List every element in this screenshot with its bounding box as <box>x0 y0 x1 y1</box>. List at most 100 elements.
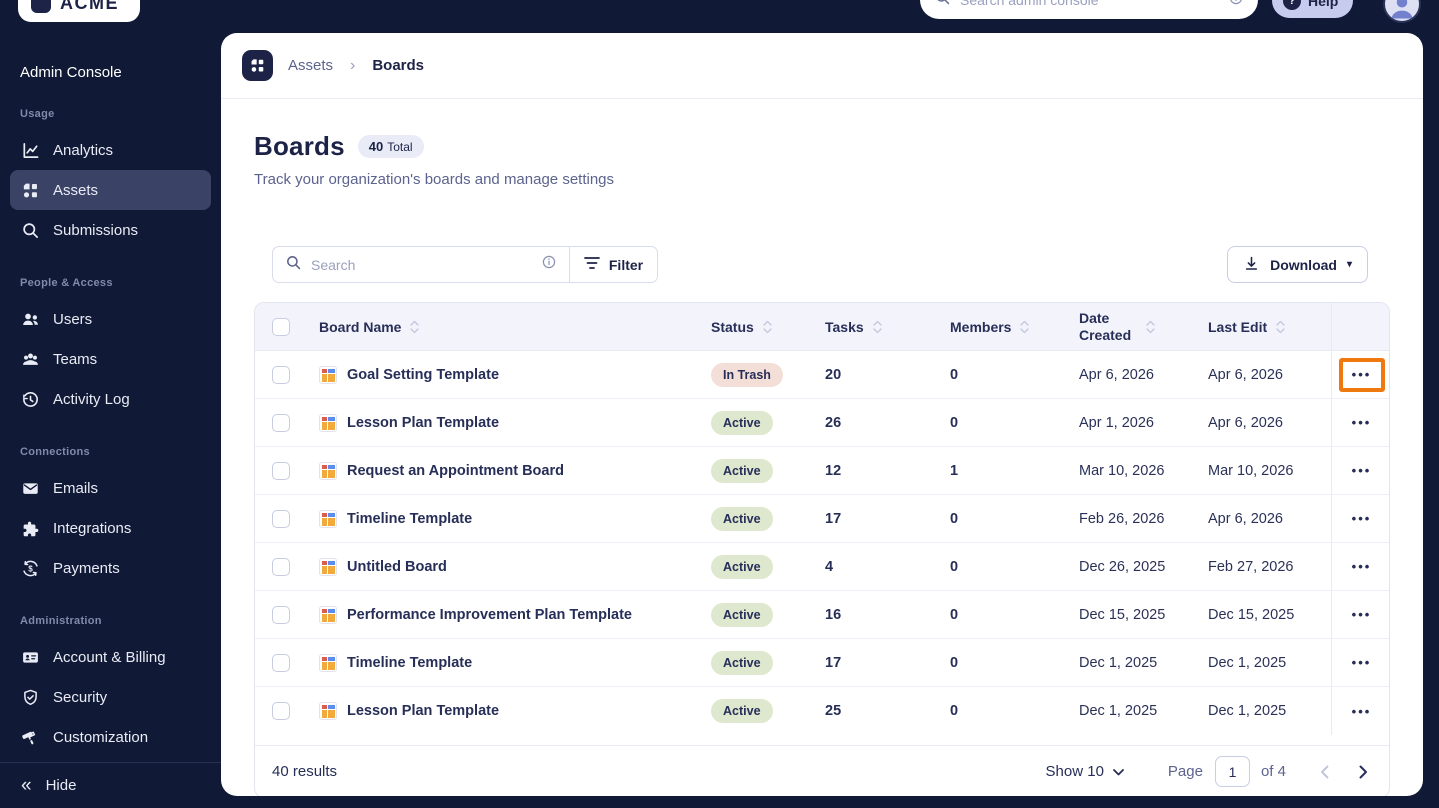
row-actions-button[interactable]: ••• <box>1338 694 1385 728</box>
avatar[interactable] <box>1383 0 1421 23</box>
sidebar-item-users[interactable]: Users <box>10 299 211 339</box>
id-card-icon <box>20 647 40 667</box>
sidebar-item-label: Emails <box>53 479 99 497</box>
date-created-value: Mar 10, 2026 <box>1079 462 1165 479</box>
admin-console-title: Admin Console <box>20 64 122 81</box>
sidebar-item-customization[interactable]: Customization <box>10 717 211 757</box>
previous-page-button[interactable] <box>1316 761 1333 783</box>
table-row: Lesson Plan Template Active 25 0 Dec 1, … <box>255 687 1389 735</box>
sidebar-item-submissions[interactable]: Submissions <box>10 210 211 250</box>
nav-section-administration: Administration Account & Billing Securit… <box>0 615 221 757</box>
download-button[interactable]: Download ▾ <box>1227 246 1368 283</box>
sidebar-item-emails[interactable]: Emails <box>10 468 211 508</box>
sidebar-item-analytics[interactable]: Analytics <box>10 130 211 170</box>
members-value: 0 <box>950 654 959 671</box>
info-icon[interactable] <box>541 254 557 275</box>
row-checkbox[interactable] <box>272 557 290 576</box>
board-icon <box>319 461 337 480</box>
board-name-link[interactable]: Timeline Template <box>347 511 472 527</box>
help-button[interactable]: ? Help <box>1272 0 1353 18</box>
section-label-usage: Usage <box>20 108 55 120</box>
board-name-link[interactable]: Performance Improvement Plan Template <box>347 607 632 623</box>
sort-icon[interactable] <box>1275 319 1286 335</box>
row-actions-button[interactable]: ••• <box>1338 549 1385 584</box>
help-label: Help <box>1308 0 1339 9</box>
date-created-value: Apr 6, 2026 <box>1079 366 1154 383</box>
page-number-input[interactable] <box>1214 756 1250 787</box>
row-checkbox[interactable] <box>272 605 290 624</box>
global-search[interactable] <box>920 0 1258 19</box>
table-row: Lesson Plan Template Active 26 0 Apr 1, … <box>255 399 1389 447</box>
sidebar-item-integrations[interactable]: Integrations <box>10 508 211 548</box>
row-actions-button[interactable]: ••• <box>1338 501 1385 536</box>
sort-icon[interactable] <box>872 319 883 335</box>
global-search-input[interactable] <box>960 0 1219 8</box>
table-row: Timeline Template Active 17 0 Dec 1, 202… <box>255 639 1389 687</box>
nav-section-usage: Usage Analytics Assets Submissions <box>0 108 221 250</box>
board-name-link[interactable]: Lesson Plan Template <box>347 703 499 719</box>
sidebar-item-security[interactable]: Security <box>10 677 211 717</box>
row-actions-button[interactable]: ••• <box>1338 357 1385 392</box>
board-icon <box>319 365 337 384</box>
sidebar-item-assets[interactable]: Assets <box>10 170 211 210</box>
board-name-link[interactable]: Untitled Board <box>347 559 447 575</box>
breadcrumb-current: Boards <box>372 57 425 74</box>
board-name-link[interactable]: Request an Appointment Board <box>347 463 564 479</box>
column-header-actions <box>1331 303 1389 350</box>
ellipsis-icon: ••• <box>1351 655 1372 670</box>
breadcrumb-assets-link[interactable]: Assets <box>288 57 333 74</box>
last-edit-value: Apr 6, 2026 <box>1208 366 1283 383</box>
page-size-select[interactable]: Show 10 <box>1046 763 1124 780</box>
row-checkbox[interactable] <box>272 413 290 432</box>
select-all-checkbox[interactable] <box>272 317 290 336</box>
members-value: 0 <box>950 366 959 383</box>
table-row: Performance Improvement Plan Template Ac… <box>255 591 1389 639</box>
tasks-value: 17 <box>825 510 842 527</box>
row-actions-button[interactable]: ••• <box>1338 453 1385 488</box>
board-name-link[interactable]: Lesson Plan Template <box>347 415 499 431</box>
sidebar-item-account-billing[interactable]: Account & Billing <box>10 637 211 677</box>
search-icon <box>934 0 951 11</box>
collapse-chevrons-icon: « <box>21 775 32 796</box>
sort-icon[interactable] <box>762 319 773 335</box>
ellipsis-icon: ••• <box>1351 415 1372 430</box>
boards-table: Board Name Status Tasks Members Date Cre… <box>254 302 1390 796</box>
board-name-link[interactable]: Goal Setting Template <box>347 367 499 383</box>
next-page-button[interactable] <box>1355 761 1372 783</box>
history-clock-icon <box>20 389 40 409</box>
table-search[interactable] <box>273 247 569 282</box>
ellipsis-icon: ••• <box>1351 463 1372 478</box>
ellipsis-icon: ••• <box>1351 511 1372 526</box>
status-badge: In Trash <box>711 362 783 387</box>
row-actions-button[interactable]: ••• <box>1338 645 1385 680</box>
status-badge: Active <box>711 458 773 483</box>
date-created-value: Feb 26, 2026 <box>1079 510 1165 527</box>
sidebar-item-teams[interactable]: Teams <box>10 339 211 379</box>
row-checkbox[interactable] <box>272 509 290 528</box>
sidebar-item-payments[interactable]: $ Payments <box>10 548 211 588</box>
sidebar-item-activity-log[interactable]: Activity Log <box>10 379 211 419</box>
table-search-input[interactable] <box>311 256 532 273</box>
sidebar-item-label: Assets <box>53 181 99 199</box>
board-icon <box>319 557 337 576</box>
sort-icon[interactable] <box>1145 319 1156 335</box>
row-actions-button[interactable]: ••• <box>1338 405 1385 440</box>
board-icon <box>319 509 337 528</box>
row-checkbox[interactable] <box>272 702 290 720</box>
row-actions-button[interactable]: ••• <box>1338 597 1385 632</box>
hide-sidebar-button[interactable]: « Hide <box>0 762 221 808</box>
status-badge: Active <box>711 554 773 579</box>
sort-icon[interactable] <box>1019 319 1030 335</box>
sort-icon[interactable] <box>409 319 420 335</box>
row-checkbox[interactable] <box>272 653 290 672</box>
members-value: 0 <box>950 606 959 623</box>
filter-button[interactable]: Filter <box>569 247 657 282</box>
board-name-link[interactable]: Timeline Template <box>347 655 472 671</box>
page-label: Page <box>1167 763 1203 780</box>
row-checkbox[interactable] <box>272 365 290 384</box>
results-count: 40 results <box>272 763 338 780</box>
acme-logo-icon <box>31 0 51 13</box>
row-checkbox[interactable] <box>272 461 290 480</box>
column-header-tasks: Tasks <box>825 318 864 335</box>
acme-logo[interactable]: ACME <box>18 0 140 22</box>
